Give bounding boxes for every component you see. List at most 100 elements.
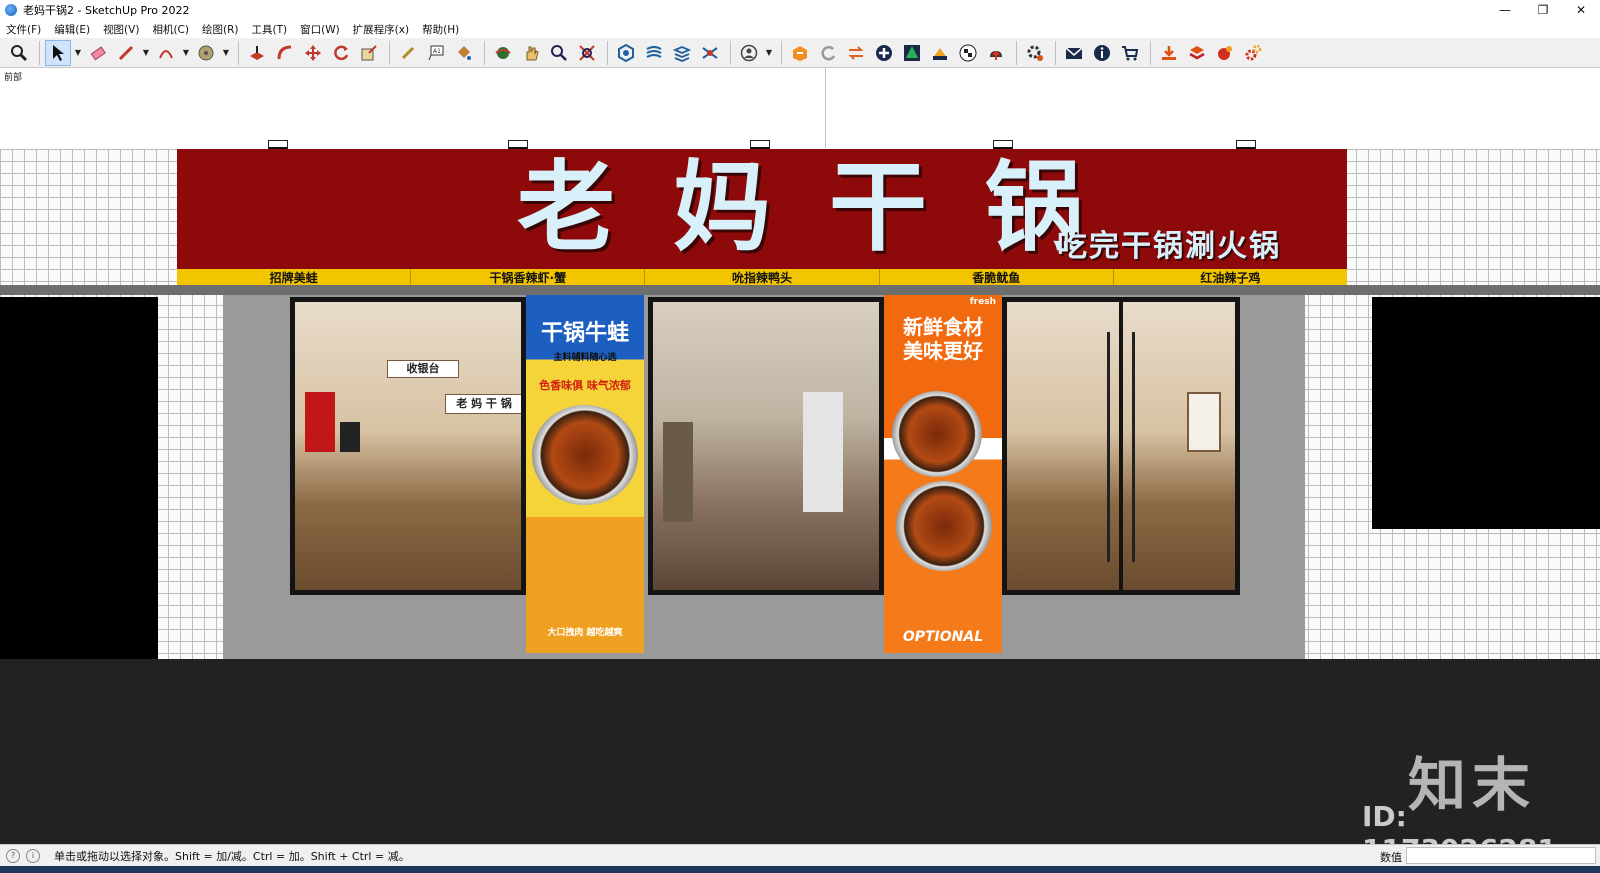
poster-title: 干锅牛蛙 (540, 321, 629, 346)
scale-icon[interactable] (356, 40, 382, 66)
arc-icon[interactable] (153, 40, 179, 66)
dish-image (896, 481, 992, 571)
orbit-icon[interactable] (490, 40, 516, 66)
zoom-window-icon[interactable] (546, 40, 572, 66)
upload-icon[interactable] (983, 40, 1009, 66)
window-title: 老妈干锅2 - SketchUp Pro 2022 (23, 4, 190, 17)
menu-edit[interactable]: 编辑(E) (48, 22, 97, 37)
zoom-extents-icon[interactable] (574, 40, 600, 66)
warehouse-icon[interactable] (787, 40, 813, 66)
move-icon[interactable] (300, 40, 326, 66)
user-icon[interactable] (736, 40, 762, 66)
cart-icon[interactable] (1117, 40, 1143, 66)
push-pull-icon[interactable] (244, 40, 270, 66)
fridge (803, 392, 843, 512)
layers-icon[interactable] (669, 40, 695, 66)
refresh-icon[interactable] (815, 40, 841, 66)
interior-logo-sign: 老 妈 干 锅 (445, 394, 521, 414)
menu-window[interactable]: 窗口(W) (294, 22, 347, 37)
wall-art (305, 392, 335, 452)
model-viewport[interactable]: 前部 老 妈 干 锅 吃完干锅涮火锅 招牌美蛙 干锅香辣虾·蟹 吮指辣鸭头 香脆… (0, 68, 1600, 844)
pan-icon[interactable] (518, 40, 544, 66)
glass-door (1002, 297, 1240, 595)
toolbar-separator (484, 40, 485, 65)
select-icon[interactable] (45, 39, 71, 66)
menu-file[interactable]: 文件(F) (0, 22, 48, 37)
geo-location-icon[interactable]: ? (6, 848, 20, 863)
menu-tools[interactable]: 工具(T) (245, 22, 294, 37)
shop-name-char: 妈 (673, 150, 772, 265)
eraser-icon[interactable] (85, 40, 111, 66)
text-icon[interactable]: A1 (423, 40, 449, 66)
door-frame (1119, 302, 1123, 590)
taskbar-edge (0, 866, 1600, 873)
close-button[interactable]: ✕ (1562, 0, 1600, 20)
poster-subtitle: 主料辅料随心选 (553, 353, 617, 363)
menu-extensions[interactable]: 扩展程序(x) (347, 22, 416, 37)
menu-help[interactable]: 帮助(H) (416, 22, 466, 37)
sign-lamp (750, 140, 770, 149)
solar-icon[interactable] (927, 40, 953, 66)
menu-view[interactable]: 视图(V) (97, 22, 146, 37)
settings-icon[interactable] (1022, 40, 1048, 66)
checker-icon[interactable] (955, 40, 981, 66)
rotate-icon[interactable] (328, 40, 354, 66)
gear-icon[interactable] (1240, 40, 1266, 66)
styles-icon[interactable] (697, 40, 723, 66)
add-icon[interactable] (871, 40, 897, 66)
interior-view (653, 302, 879, 590)
minimize-button[interactable]: — (1486, 0, 1524, 20)
paint-bucket-icon[interactable] (451, 40, 477, 66)
watermark-id: ID: 1173026281 (1362, 800, 1557, 844)
plugin-icon[interactable] (1212, 40, 1238, 66)
sign-lamp (993, 140, 1013, 149)
poster-bottom-text: 大口拽肉 越吃越爽 (547, 628, 623, 638)
user-dropdown-icon[interactable]: ▼ (764, 40, 774, 66)
poster-tagline: 色香味俱 味气浓郁 (539, 379, 631, 392)
wall-art (1187, 392, 1221, 452)
mail-icon[interactable] (1061, 40, 1087, 66)
pencil-icon[interactable] (113, 40, 139, 66)
info-status-icon[interactable]: i (26, 848, 40, 863)
component-icon[interactable] (613, 40, 639, 66)
arc-dropdown-icon[interactable]: ▼ (181, 40, 191, 66)
toolbar-separator (1016, 40, 1017, 65)
menu-camera[interactable]: 相机(C) (146, 22, 196, 37)
maximize-button[interactable]: ❐ (1524, 0, 1562, 20)
axis-line (825, 68, 826, 148)
pencil-dropdown-icon[interactable]: ▼ (141, 40, 151, 66)
follow-me-icon[interactable] (272, 40, 298, 66)
toolbar-separator (607, 40, 608, 65)
shop-signboard: 老 妈 干 锅 吃完干锅涮火锅 (177, 149, 1347, 269)
toolbar-separator (730, 40, 731, 65)
zoom-icon[interactable] (6, 40, 32, 66)
left-doorway (0, 297, 158, 659)
materials-icon[interactable] (641, 40, 667, 66)
interior-view: 收银台 老 妈 干 锅 (295, 302, 521, 590)
shop-name-char: 干 (829, 150, 928, 265)
download-icon[interactable] (1156, 40, 1182, 66)
poster-bottom-text: OPTIONAL (902, 629, 984, 645)
menu-draw[interactable]: 绘图(R) (196, 22, 246, 37)
swap-icon[interactable] (843, 40, 869, 66)
status-hint: 单击或拖动以选择对象。Shift = 加/减。Ctrl = 加。Shift + … (54, 849, 410, 863)
sketchup-logo-icon (5, 4, 17, 16)
toolbar-separator (39, 40, 40, 65)
toolbar-separator (238, 40, 239, 65)
extension-icon[interactable] (1184, 40, 1210, 66)
measurements-input[interactable] (1406, 847, 1596, 864)
tape-dropdown-icon[interactable]: ▼ (221, 40, 231, 66)
tape-icon[interactable] (193, 40, 219, 66)
shelf (663, 422, 693, 522)
select-dropdown-icon[interactable]: ▼ (73, 40, 83, 66)
dimension-icon[interactable] (395, 40, 421, 66)
info-icon[interactable] (1089, 40, 1115, 66)
poster-fresh: fresh 新鲜食材 美味更好 OPTIONAL (884, 295, 1002, 653)
sign-lamp (1236, 140, 1256, 149)
scene-tab[interactable]: 前部 (4, 70, 22, 83)
shop-window: 收银台 老 妈 干 锅 (290, 297, 526, 595)
right-window (1372, 297, 1600, 529)
tree-icon[interactable] (899, 40, 925, 66)
shop-name-char: 老 (517, 150, 616, 265)
main-toolbar: ▼ ▼ ▼ ▼ A1 ▼ (0, 38, 1600, 68)
